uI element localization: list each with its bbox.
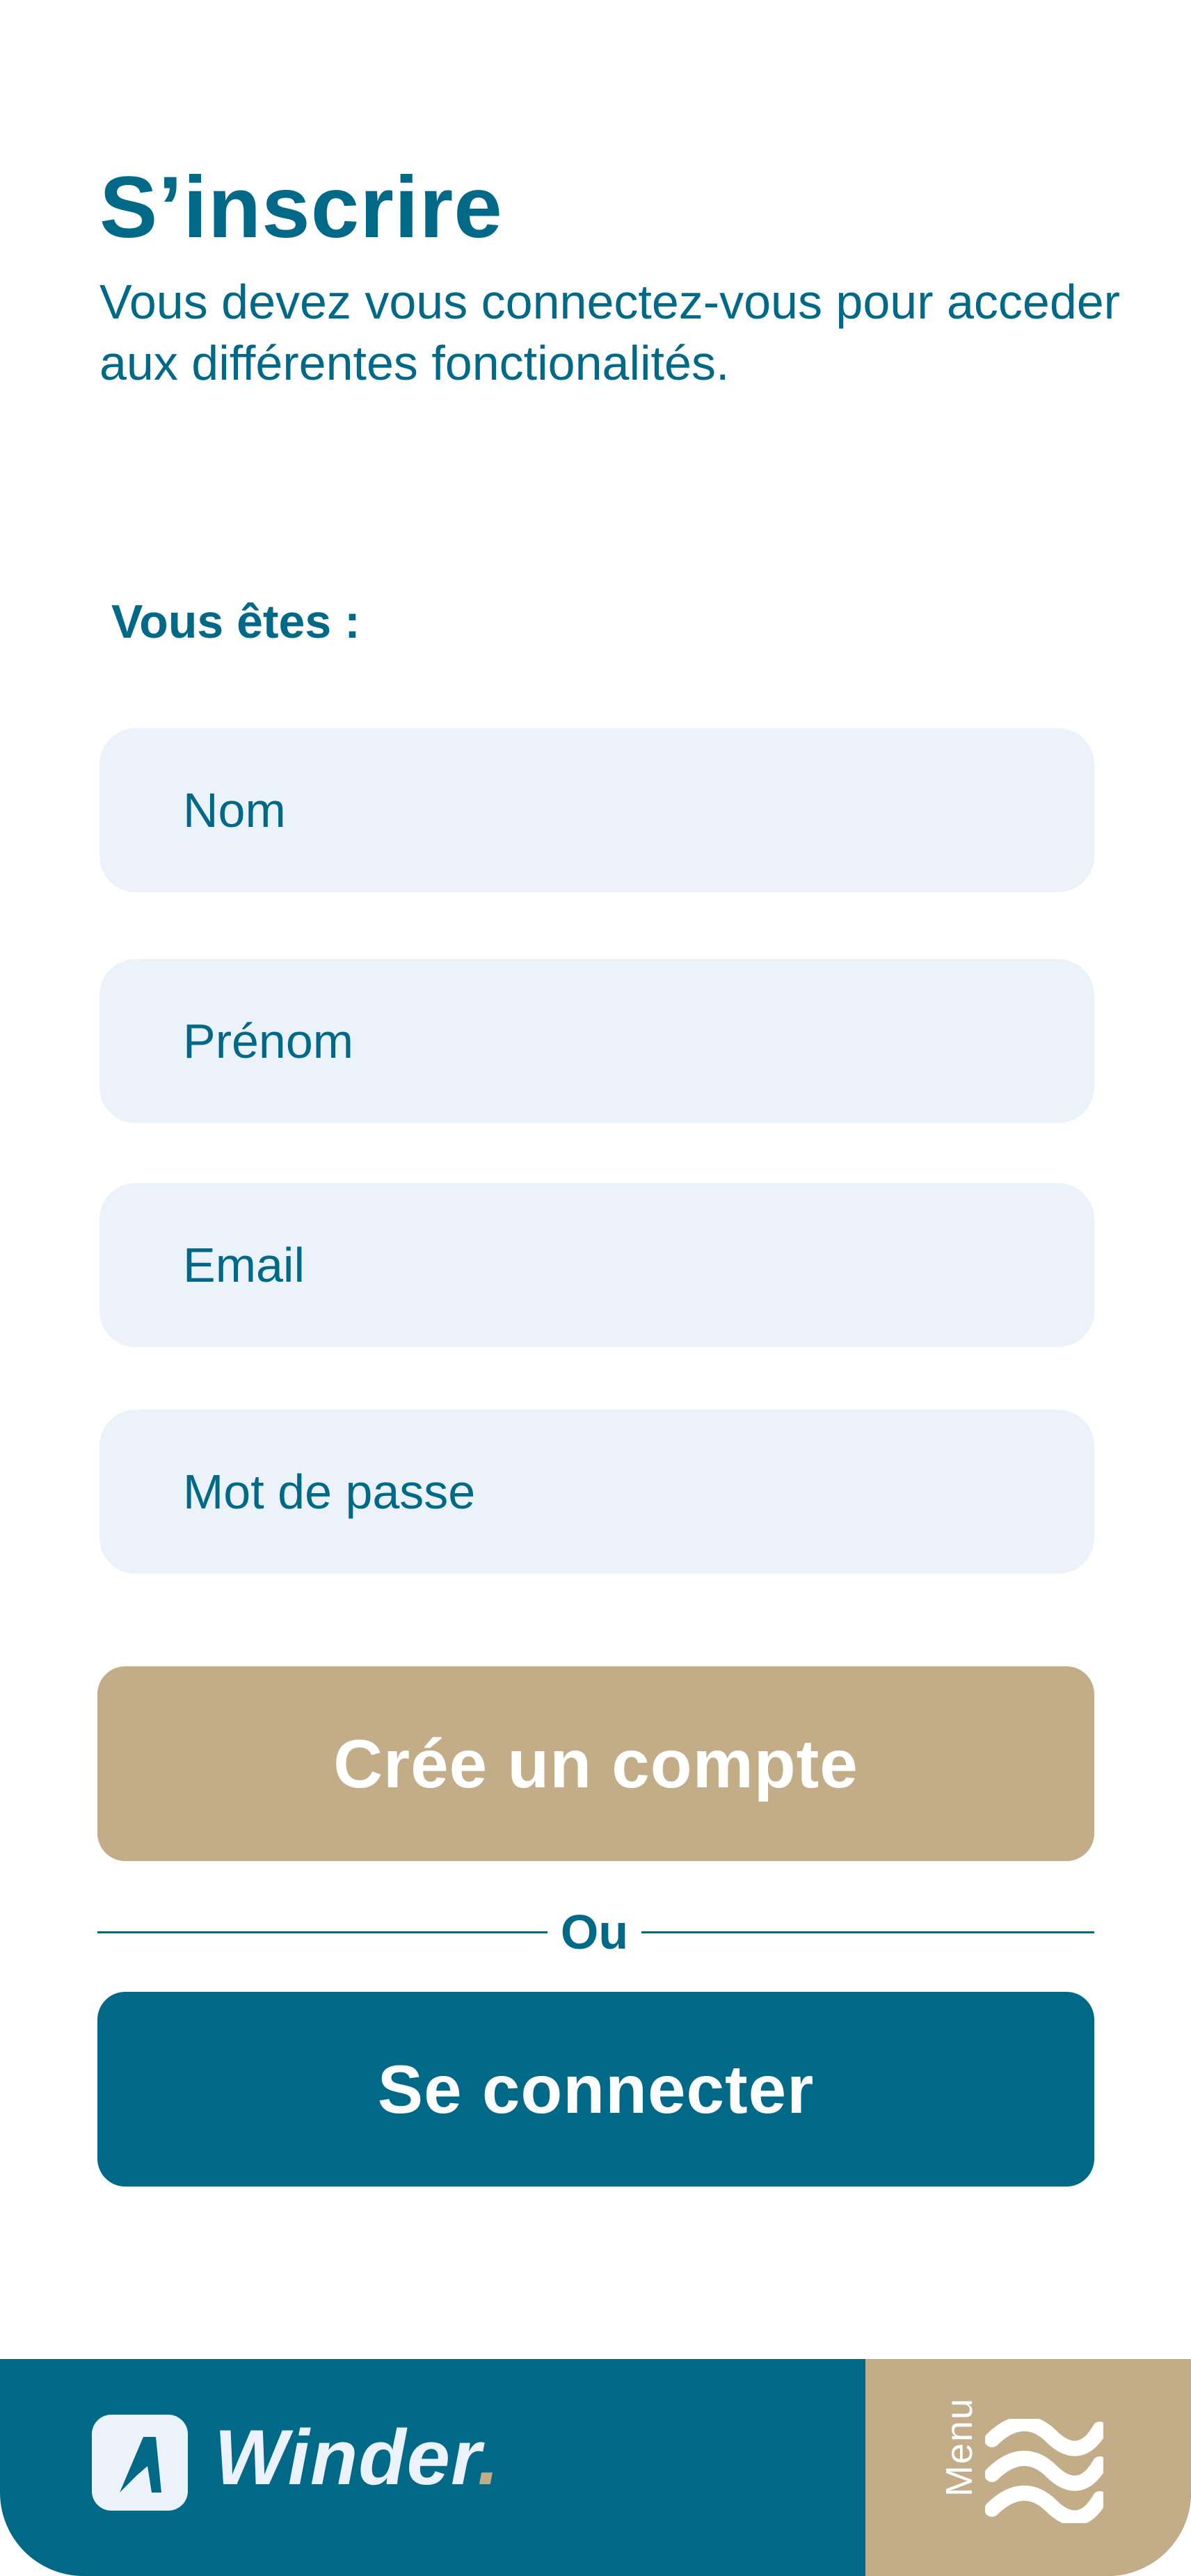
email-field[interactable] <box>99 1183 1094 1347</box>
page-title: S’inscrire <box>99 159 503 256</box>
first-name-field[interactable] <box>99 959 1094 1123</box>
bottom-bar: Winder. Menu <box>0 2359 1191 2576</box>
divider-line-left <box>97 1931 547 1933</box>
login-button[interactable]: Se connecter <box>97 1992 1094 2187</box>
winder-logo-icon[interactable] <box>92 2415 188 2511</box>
brand-dot: . <box>477 2414 500 2501</box>
waves-menu-icon[interactable] <box>985 2419 1103 2523</box>
or-label: Ou <box>560 1905 629 1959</box>
last-name-field[interactable] <box>99 728 1094 892</box>
password-field[interactable] <box>99 1410 1094 1574</box>
user-type-label: Vous êtes : <box>111 595 360 648</box>
create-account-button[interactable]: Crée un compte <box>97 1666 1094 1861</box>
divider-line-right <box>641 1931 1094 1933</box>
or-divider: Ou <box>97 1904 1094 1960</box>
brand-text: Winder <box>214 2414 478 2501</box>
page-subtitle: Vous devez vous connectez-vous pour acce… <box>99 275 1120 390</box>
signup-page: S’inscrire Vous devez vous connectez-vou… <box>0 0 1191 2576</box>
menu-label: Menu <box>938 2397 980 2497</box>
brand-name[interactable]: Winder. <box>214 2419 500 2497</box>
